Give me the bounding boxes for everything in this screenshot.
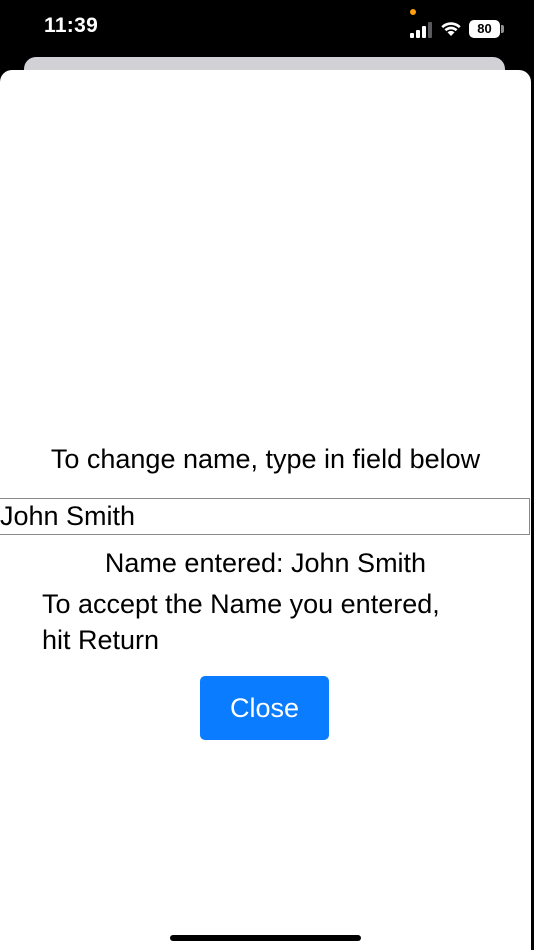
home-indicator[interactable] [170,935,361,941]
name-input[interactable] [0,498,530,535]
privacy-indicator-dot [410,9,416,15]
phone-screen: 11:39 80 To change name, type in field b… [0,0,534,950]
accept-instruction-line-2: hit Return [42,625,160,655]
status-bar: 11:39 80 [0,0,534,62]
accept-instruction: To accept the Name you entered, hit Retu… [42,586,502,658]
close-button[interactable]: Close [200,676,329,740]
status-time: 11:39 [44,14,99,37]
name-entered-label: Name entered: John Smith [104,548,427,578]
accept-instruction-line-1: To accept the Name you entered, [42,589,440,619]
signal-icon [410,22,432,38]
instruction-text: To change name, type in field below [50,444,481,474]
modal-sheet: To change name, type in field below Name… [0,70,531,950]
battery-icon: 80 [469,20,500,38]
wifi-icon [441,22,461,36]
battery-cap [501,25,504,33]
